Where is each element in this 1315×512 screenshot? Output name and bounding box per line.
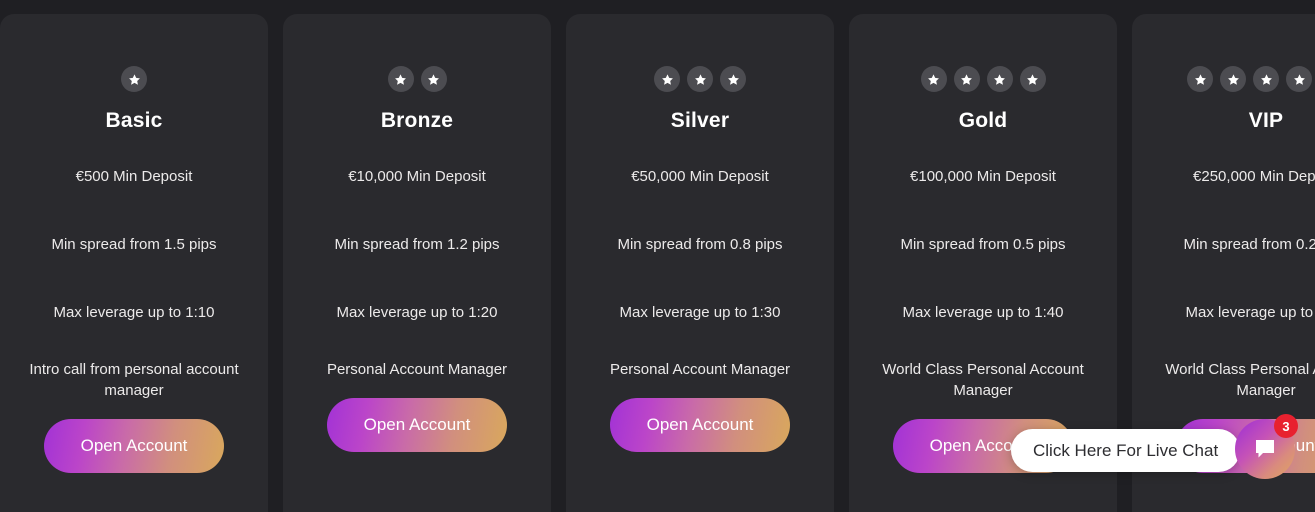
open-account-button[interactable]: Open Account <box>610 398 790 452</box>
tier-star-rating <box>387 66 447 92</box>
star-icon <box>387 66 414 92</box>
feature-account-manager: World Class Personal Account Manager <box>882 361 1084 399</box>
open-account-button[interactable]: Open Account <box>44 419 224 473</box>
feature-account-manager: Personal Account Manager <box>326 361 508 378</box>
tier-feature-list: €250,000 Min Deposit Min spread from 0.2 … <box>1132 166 1315 401</box>
feature-spread: Min spread from 0.8 pips <box>617 236 783 253</box>
star-icon <box>420 66 447 92</box>
star-icon <box>920 66 947 92</box>
tier-title: Bronze <box>380 109 454 132</box>
tier-title: Basic <box>105 109 163 132</box>
tier-star-rating <box>1187 66 1315 92</box>
star-icon <box>1286 66 1312 92</box>
star-icon <box>1220 66 1246 92</box>
feature-min-deposit: €10,000 Min Deposit <box>348 168 486 185</box>
live-chat-unread-badge: 3 <box>1274 414 1298 438</box>
star-icon <box>720 66 746 92</box>
star-icon <box>1019 66 1046 92</box>
feature-account-manager: Intro call from personal account manager <box>29 361 239 399</box>
pricing-page: Basic €500 Min Deposit Min spread from 1.5… <box>0 0 1315 512</box>
live-chat-prompt[interactable]: Click Here For Live Chat <box>1011 429 1241 472</box>
tier-title: Gold <box>958 109 1008 132</box>
tier-title: Silver <box>670 109 730 132</box>
tier-feature-list: €10,000 Min Deposit Min spread from 1.2 p… <box>283 166 551 380</box>
chat-bubble-icon <box>1252 436 1278 462</box>
feature-min-deposit: €100,000 Min Deposit <box>910 168 1056 185</box>
feature-leverage: Max leverage up to 1:30 <box>619 304 781 321</box>
tier-feature-list: €100,000 Min Deposit Min spread from 0.5 … <box>849 166 1117 401</box>
star-icon <box>654 66 680 92</box>
feature-spread: Min spread from 0.5 pips <box>900 236 1066 253</box>
tier-feature-list: €50,000 Min Deposit Min spread from 0.8 p… <box>566 166 834 380</box>
tier-title: VIP <box>1248 109 1284 132</box>
tier-star-rating <box>920 66 1046 92</box>
pricing-card-silver: Silver €50,000 Min Deposit Min spread from… <box>566 14 834 512</box>
feature-leverage: Max leverage up to 1:20 <box>336 304 498 321</box>
feature-account-manager: World Class Personal Account Manager <box>1165 361 1315 399</box>
tier-star-rating <box>654 66 746 92</box>
tier-feature-list: €500 Min Deposit Min spread from 1.5 pips… <box>0 166 268 401</box>
star-icon <box>953 66 980 92</box>
feature-account-manager: Personal Account Manager <box>609 361 791 378</box>
feature-spread: Min spread from 1.5 pips <box>51 236 217 253</box>
star-icon <box>986 66 1013 92</box>
feature-min-deposit: €500 Min Deposit <box>75 168 193 185</box>
feature-leverage: Max leverage up to 1:10 <box>53 304 215 321</box>
star-icon <box>121 66 147 92</box>
feature-leverage: Max leverage up to 1:40 <box>902 304 1064 321</box>
feature-min-deposit: €50,000 Min Deposit <box>631 168 769 185</box>
feature-spread: Min spread from 0.2 pips <box>1183 236 1315 253</box>
pricing-card-bronze: Bronze €10,000 Min Deposit Min spread from… <box>283 14 551 512</box>
star-icon <box>687 66 713 92</box>
tier-star-rating <box>121 66 147 92</box>
star-icon <box>1187 66 1213 92</box>
feature-spread: Min spread from 1.2 pips <box>334 236 500 253</box>
feature-leverage: Max leverage up to 1:50 <box>1185 304 1315 321</box>
open-account-button[interactable]: Open Account <box>327 398 507 452</box>
pricing-card-basic: Basic €500 Min Deposit Min spread from 1.5… <box>0 14 268 512</box>
star-icon <box>1253 66 1279 92</box>
feature-min-deposit: €250,000 Min Deposit <box>1193 168 1315 185</box>
